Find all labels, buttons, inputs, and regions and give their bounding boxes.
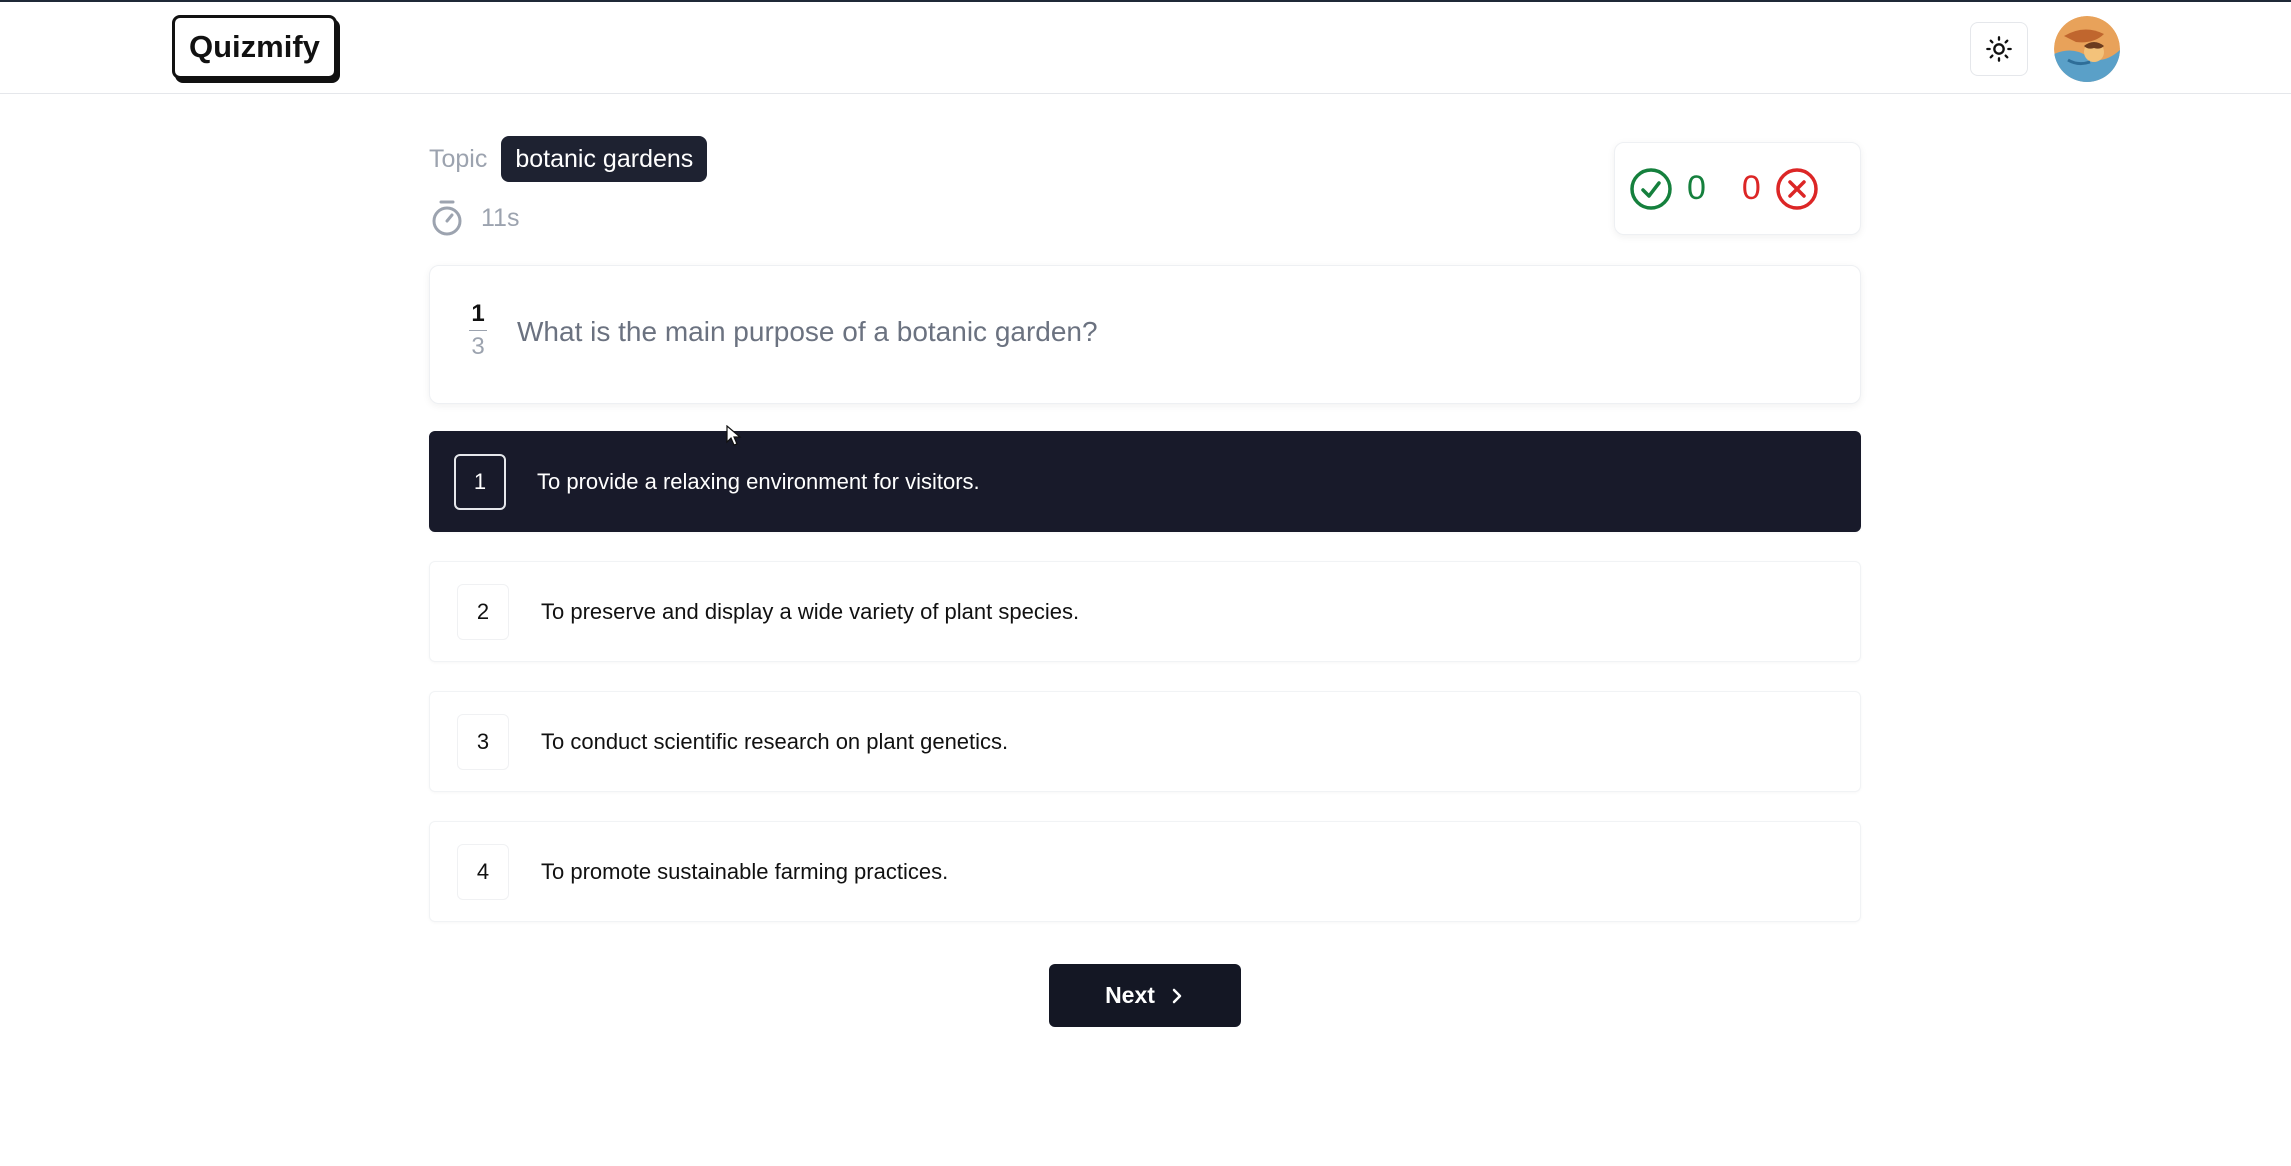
next-label: Next [1105,982,1155,1008]
option-2[interactable]: 2 To preserve and display a wide variety… [429,561,1861,662]
wrong-count: 0 [1741,169,1761,207]
timer: 11s [429,198,519,238]
theme-toggle-button[interactable] [1970,22,2028,76]
user-avatar-icon [2054,16,2120,82]
check-circle-icon [1630,167,1672,210]
option-number: 1 [454,453,506,510]
option-3[interactable]: 3 To conduct scientific research on plan… [429,691,1861,792]
option-number: 2 [457,583,509,640]
score-card: 0 0 [1614,142,1861,235]
question-text: What is the main purpose of a botanic ga… [517,316,1098,347]
x-circle-icon [1776,167,1818,210]
next-button[interactable]: Next [1049,964,1241,1027]
topic-label: Topic [429,144,488,173]
timer-value: 11s [481,203,520,232]
question-total: 3 [471,333,485,360]
option-text: To provide a relaxing environment for vi… [537,468,980,494]
question-counter: 1 3 [466,300,490,361]
chevron-right-icon [1172,988,1182,1003]
avatar[interactable] [2054,16,2120,82]
mouse-cursor-icon [726,425,742,446]
counter-divider [469,330,487,331]
option-text: To conduct scientific research on plant … [541,728,1009,754]
option-1[interactable]: 1 To provide a relaxing environment for … [429,431,1861,532]
sun-icon [1986,36,2012,62]
stopwatch-icon [432,200,462,236]
option-text: To promote sustainable farming practices… [541,858,949,884]
option-4[interactable]: 4 To promote sustainable farming practic… [429,821,1861,922]
option-number: 3 [457,713,509,770]
question-current: 1 [471,300,485,327]
topic-badge: botanic gardens [501,136,708,182]
logo[interactable]: Quizmify [172,15,337,79]
question-card: 1 3 What is the main purpose of a botani… [429,265,1861,404]
option-text: To preserve and display a wide variety o… [541,598,1080,624]
topic-row: Topic botanic gardens [429,136,708,182]
correct-count: 0 [1687,169,1706,207]
option-number: 4 [457,843,509,900]
navbar: Quizmify [0,2,2291,94]
